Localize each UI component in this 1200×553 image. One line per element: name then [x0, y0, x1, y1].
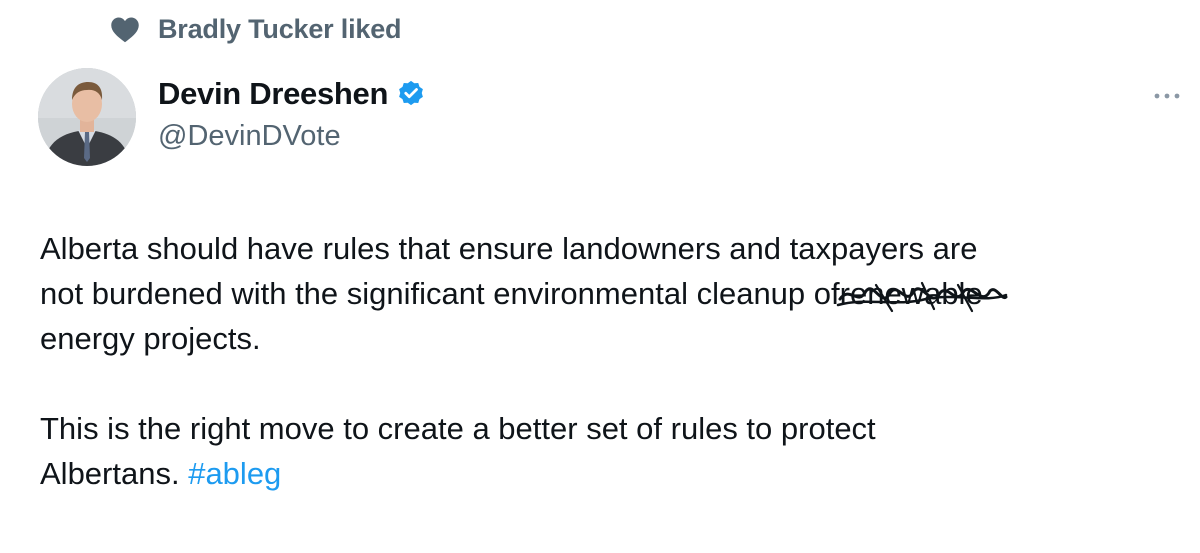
author-handle[interactable]: @DevinDVote: [158, 120, 341, 153]
avatar[interactable]: [38, 68, 136, 166]
tweet-line: not burdened with the significant enviro…: [40, 271, 1180, 316]
tweet-line-text: not burdened with the significant enviro…: [40, 276, 840, 311]
heart-icon: [110, 15, 140, 43]
tweet-line: Alberta should have rules that ensure la…: [40, 231, 978, 266]
hashtag-link[interactable]: #ableg: [188, 456, 281, 491]
tweet-line: energy projects.: [40, 321, 261, 356]
tweet-line: This is the right move to create a bette…: [40, 411, 876, 446]
more-options-icon[interactable]: [1152, 88, 1182, 99]
tweet-text: Alberta should have rules that ensure la…: [40, 226, 1180, 496]
scribbled-word: renewable: [836, 271, 1008, 316]
social-context[interactable]: Bradly Tucker liked: [110, 10, 402, 48]
tweet-line: Albertans. #ableg: [40, 451, 1180, 496]
social-context-label[interactable]: Bradly Tucker liked: [158, 14, 402, 45]
tweet-line-text: Albertans.: [40, 456, 180, 491]
author-name-row[interactable]: Devin Dreeshen: [158, 76, 426, 112]
author-name[interactable]: Devin Dreeshen: [158, 76, 388, 112]
scribbled-word-text: renewable: [839, 276, 983, 311]
verified-badge-icon: [396, 79, 426, 109]
